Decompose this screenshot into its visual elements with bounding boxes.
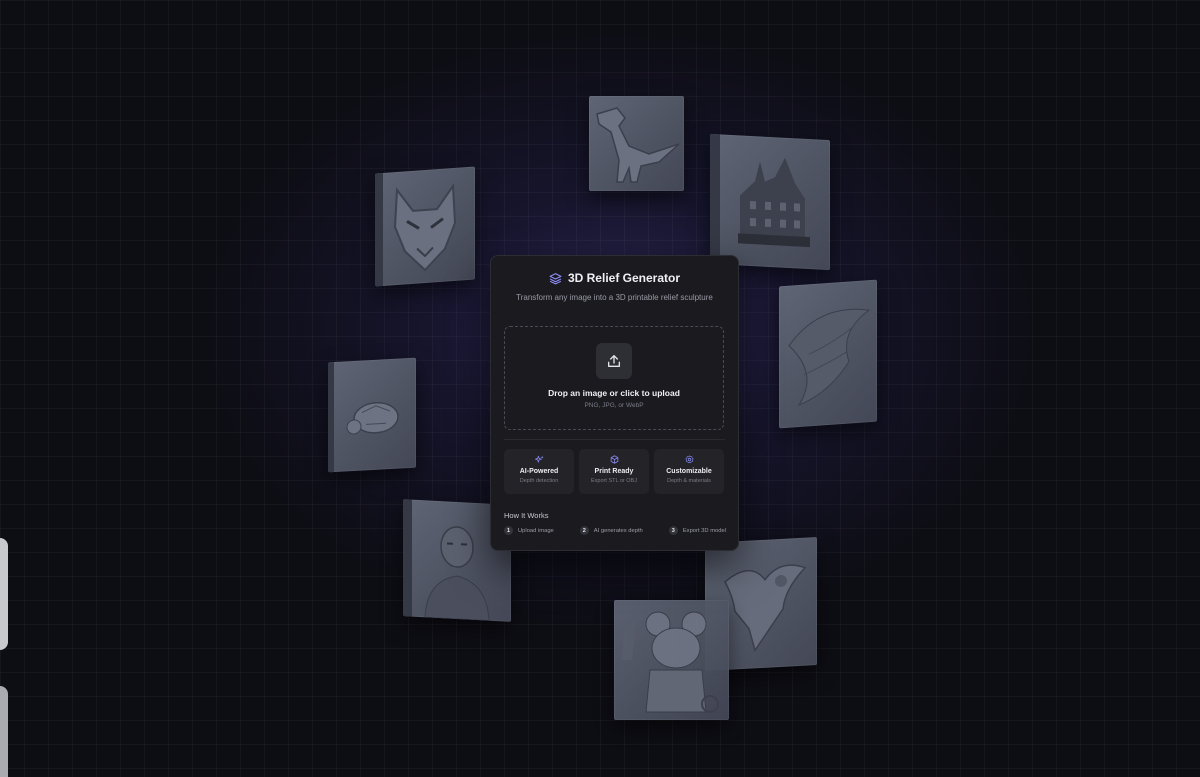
step-number: 3 xyxy=(668,526,678,535)
step-label: Upload image xyxy=(518,527,554,534)
relief-tile-mouse[interactable] xyxy=(614,600,729,720)
layers-icon xyxy=(549,272,562,284)
feature-customizable: Customizable Depth & materials xyxy=(654,449,724,494)
wolf-relief-image xyxy=(393,183,457,272)
step-export: 3 Export 3D model xyxy=(668,526,726,535)
step-upload: 1 Upload image xyxy=(504,526,554,535)
feature-desc: Export STL or OBJ xyxy=(591,478,637,484)
cube-icon xyxy=(610,455,618,464)
upload-button[interactable] xyxy=(596,343,632,379)
relief-tile-mansion[interactable] xyxy=(710,133,830,271)
side-panel-top[interactable] xyxy=(0,538,8,650)
how-it-works-steps: 1 Upload image 2 AI generates depth 3 Ex… xyxy=(504,526,726,535)
relief-tile-wolf[interactable] xyxy=(375,166,475,287)
how-it-works-title: How It Works xyxy=(504,511,549,520)
turtle-relief-image xyxy=(346,401,399,435)
swan-relief-image xyxy=(788,308,871,407)
divider xyxy=(504,439,725,440)
upload-icon xyxy=(608,355,620,367)
app-subtitle: Transform any image into a 3D printable … xyxy=(516,293,713,302)
feature-desc: Depth & materials xyxy=(667,478,711,484)
background-stage: 3D Relief Generator Transform any image … xyxy=(0,0,1200,777)
upload-label: Drop an image or click to upload xyxy=(548,388,680,398)
relief-tile-turtle[interactable] xyxy=(328,357,416,473)
step-number: 2 xyxy=(579,526,589,535)
features-row: AI-Powered Depth detection Print Ready E… xyxy=(504,449,724,494)
step-label: AI generates depth xyxy=(593,527,643,534)
step-number: 1 xyxy=(504,526,513,535)
card-header: 3D Relief Generator xyxy=(491,271,738,285)
feature-desc: Depth detection xyxy=(519,478,559,484)
feature-title: AI-Powered xyxy=(519,468,559,475)
upload-dropzone[interactable]: Drop an image or click to upload PNG, JP… xyxy=(504,326,724,430)
app-title: 3D Relief Generator xyxy=(567,271,681,285)
relief-tile-dinosaur[interactable] xyxy=(589,96,684,191)
mansion-relief-image xyxy=(738,157,810,248)
feature-print-ready: Print Ready Export STL or OBJ xyxy=(579,449,649,494)
feature-ai-powered: AI-Powered Depth detection xyxy=(504,449,574,494)
dinosaur-relief-image xyxy=(596,107,680,183)
relief-generator-card: 3D Relief Generator Transform any image … xyxy=(490,255,739,551)
relief-tile-swan[interactable] xyxy=(779,279,877,429)
sparkles-icon xyxy=(534,455,544,463)
mouse-relief-image xyxy=(622,611,719,713)
step-label: Export 3D model xyxy=(682,527,726,534)
feature-title: Customizable xyxy=(666,468,712,475)
side-panel-bottom[interactable] xyxy=(0,686,8,777)
settings-icon xyxy=(684,455,694,464)
upload-formats: PNG, JPG, or WebP xyxy=(584,402,644,409)
feature-title: Print Ready xyxy=(594,468,634,475)
step-generate-depth: 2 AI generates depth xyxy=(579,526,643,535)
